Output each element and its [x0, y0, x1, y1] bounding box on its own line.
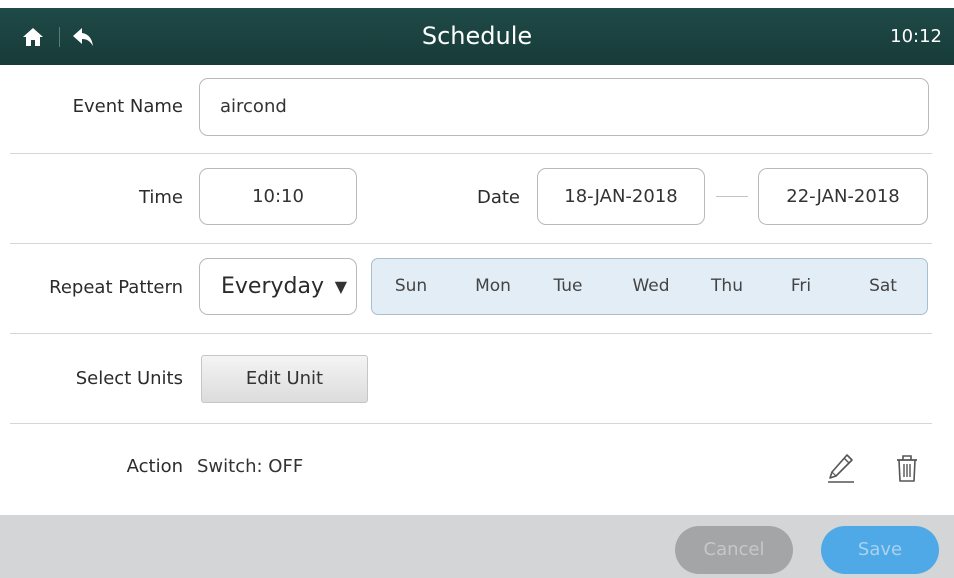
- event-name-input[interactable]: aircond: [199, 78, 929, 136]
- action-value: Switch: OFF: [197, 456, 304, 477]
- repeat-pattern-value: Everyday: [221, 274, 324, 299]
- event-name-label: Event Name: [72, 96, 183, 117]
- day-toggle-sun[interactable]: Sun: [395, 259, 427, 314]
- date-label: Date: [476, 187, 520, 208]
- clock: 10:12: [890, 26, 942, 47]
- start-date-field[interactable]: 18-JAN-2018: [537, 168, 705, 225]
- end-date-field[interactable]: 22-JAN-2018: [758, 168, 928, 225]
- save-button[interactable]: Save: [821, 526, 939, 574]
- divider: [10, 423, 932, 424]
- dropdown-arrow-icon: ▼: [334, 277, 347, 296]
- date-range-separator: [716, 196, 748, 197]
- action-label: Action: [126, 456, 183, 477]
- day-toggle-mon[interactable]: Mon: [475, 259, 511, 314]
- repeat-pattern-select[interactable]: Everyday ▼: [199, 258, 357, 315]
- footer-bar: Cancel Save: [0, 515, 954, 578]
- day-toggle-thu[interactable]: Thu: [711, 259, 743, 314]
- time-label: Time: [138, 187, 183, 208]
- header-bar: Schedule 10:12: [0, 8, 954, 65]
- time-field[interactable]: 10:10: [199, 168, 357, 225]
- repeat-pattern-label: Repeat Pattern: [49, 277, 183, 298]
- day-toggle-wed[interactable]: Wed: [632, 259, 669, 314]
- day-toggle-fri[interactable]: Fri: [791, 259, 811, 314]
- day-toggle-sat[interactable]: Sat: [869, 259, 897, 314]
- edit-unit-button[interactable]: Edit Unit: [201, 355, 368, 403]
- schedule-screen: Schedule 10:12 Event Name aircond Time 1…: [0, 0, 954, 578]
- day-toggle-tue[interactable]: Tue: [553, 259, 582, 314]
- weekday-selector: Sun Mon Tue Wed Thu Fri Sat: [371, 258, 928, 315]
- select-units-label: Select Units: [75, 368, 183, 389]
- divider: [10, 243, 932, 244]
- cancel-button[interactable]: Cancel: [675, 526, 793, 574]
- divider: [10, 333, 932, 334]
- trash-icon[interactable]: [892, 452, 922, 484]
- divider: [10, 153, 932, 154]
- pencil-icon[interactable]: [826, 452, 856, 484]
- page-title: Schedule: [421, 22, 533, 50]
